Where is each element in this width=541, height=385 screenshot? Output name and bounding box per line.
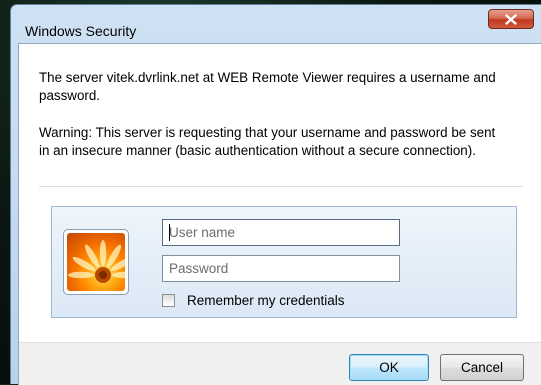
windows-security-dialog: Windows Security The server vitek.dvrlin… [10,4,541,385]
remember-label: Remember my credentials [187,292,345,308]
dialog-content: The server vitek.dvrlink.net at WEB Remo… [18,43,541,385]
credential-tile: Remember my credentials [51,206,517,318]
button-bar: OK Cancel [19,342,541,385]
close-icon [505,13,517,25]
remember-credentials-option[interactable]: Remember my credentials [162,291,345,309]
user-flower-avatar-icon [67,233,125,291]
password-input[interactable] [162,255,400,282]
close-button[interactable] [488,9,534,29]
separator [39,186,523,187]
dialog-title: Windows Security [25,23,137,39]
security-warning: Warning: This server is requesting that … [39,125,496,158]
user-avatar [63,229,129,295]
server-message: The server vitek.dvrlink.net at WEB Remo… [39,70,496,103]
cancel-button[interactable]: Cancel [440,354,524,381]
ok-button[interactable]: OK [349,354,429,381]
username-input[interactable] [162,219,400,246]
title-bar[interactable]: Windows Security [11,5,541,39]
text-caret [169,224,170,241]
remember-checkbox[interactable] [162,293,175,307]
